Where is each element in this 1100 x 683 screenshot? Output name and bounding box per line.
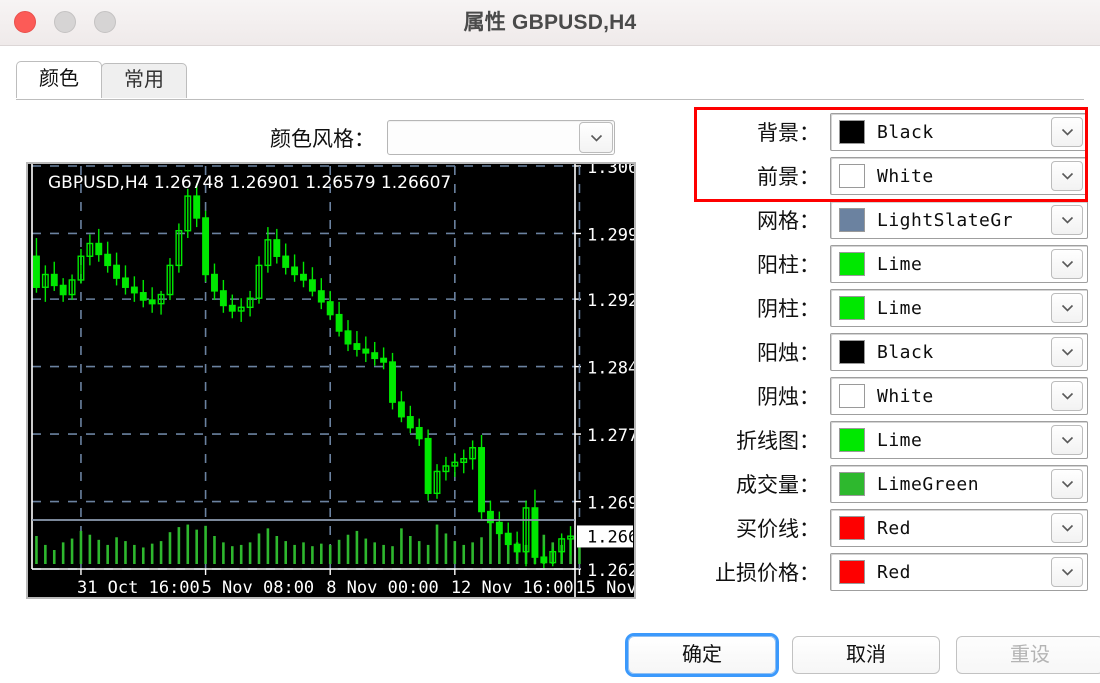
svg-text:8 Nov 00:00: 8 Nov 00:00 — [326, 578, 439, 597]
color-select[interactable]: LimeGreen — [830, 465, 1088, 503]
color-row-label: 止损价格： — [715, 562, 820, 585]
color-swatch — [839, 120, 865, 144]
reset-button[interactable]: 重设 — [956, 636, 1100, 674]
color-settings-list: 背景： Black 前景： White 网格： LightSlateGr 阳柱： Lime 阴柱… — [700, 113, 1088, 597]
color-row-label: 背景： — [757, 122, 820, 145]
color-row: 阴烛： White — [700, 377, 1088, 415]
chart-preview: 1.30670 1.29930 1.29210 1.28470 1.27730 1.269… — [26, 162, 636, 599]
color-name: Lime — [877, 429, 923, 451]
title-bar: 属性 GBPUSD,H4 — [0, 0, 1100, 46]
color-row: 止损价格： Red — [700, 553, 1088, 591]
color-select[interactable]: Lime — [830, 245, 1088, 283]
color-select[interactable]: White — [830, 377, 1088, 415]
color-select[interactable]: Red — [830, 553, 1088, 591]
color-row-label: 阳烛： — [757, 342, 820, 365]
color-name: White — [877, 165, 934, 187]
color-row-label: 阴烛： — [757, 386, 820, 409]
color-name: Black — [877, 341, 934, 363]
color-name: Red — [877, 517, 912, 539]
color-swatch — [839, 516, 865, 540]
chevron-down-icon[interactable] — [1051, 293, 1083, 323]
chevron-down-icon[interactable] — [1051, 117, 1083, 147]
svg-text:1.27730: 1.27730 — [587, 426, 634, 446]
svg-text:5 Nov 08:00: 5 Nov 08:00 — [202, 578, 315, 597]
color-swatch — [839, 296, 865, 320]
svg-text:1.28470: 1.28470 — [587, 359, 634, 379]
chevron-down-icon[interactable] — [1051, 425, 1083, 455]
chevron-down-icon[interactable] — [579, 122, 613, 153]
color-swatch — [839, 428, 865, 452]
color-name: Red — [877, 561, 912, 583]
svg-text:12 Nov 16:00: 12 Nov 16:00 — [451, 578, 574, 597]
chevron-down-icon[interactable] — [1051, 249, 1083, 279]
color-row: 折线图： Lime — [700, 421, 1088, 459]
color-name: LightSlateGr — [877, 209, 1014, 231]
color-row-label: 阳柱： — [757, 254, 820, 277]
color-swatch — [839, 472, 865, 496]
color-swatch — [839, 164, 865, 188]
color-row-label: 网格： — [757, 210, 820, 233]
color-name: White — [877, 385, 934, 407]
chevron-down-icon[interactable] — [1051, 161, 1083, 191]
svg-text:1.30670: 1.30670 — [587, 164, 634, 178]
color-select[interactable]: Black — [830, 333, 1088, 371]
properties-dialog: 属性 GBPUSD,H4 颜色 常用 颜色风格： 1.306701.299301… — [0, 0, 1100, 683]
svg-text:31 Oct 16:00: 31 Oct 16:00 — [77, 578, 200, 597]
color-row-label: 前景： — [757, 166, 820, 189]
color-row: 前景： White — [700, 157, 1088, 195]
color-row: 网格： LightSlateGr — [700, 201, 1088, 239]
color-name: LimeGreen — [877, 473, 980, 495]
svg-text:GBPUSD,H4 1.26748 1.26901 1.2: GBPUSD,H4 1.26748 1.26901 1.26579 1.2660… — [48, 173, 451, 193]
color-row-label: 买价线： — [736, 518, 820, 541]
svg-text:1.29930: 1.29930 — [587, 225, 634, 245]
tab-common[interactable]: 常用 — [101, 63, 187, 98]
color-select[interactable]: White — [830, 157, 1088, 195]
color-select[interactable]: Lime — [830, 289, 1088, 327]
color-select[interactable]: Red — [830, 509, 1088, 547]
color-row-label: 阴柱： — [757, 298, 820, 321]
color-swatch — [839, 384, 865, 408]
color-select[interactable]: Black — [830, 113, 1088, 151]
chevron-down-icon[interactable] — [1051, 337, 1083, 367]
svg-text:15 Nov 08:: 15 Nov 08: — [575, 578, 634, 597]
color-row: 阳烛： Black — [700, 333, 1088, 371]
color-style-select[interactable] — [387, 120, 615, 155]
window-title: 属性 GBPUSD,H4 — [463, 11, 637, 34]
color-style-label: 颜色风格： — [270, 127, 375, 151]
dialog-buttons: 确定 取消 重设 — [628, 636, 1100, 674]
color-swatch — [839, 340, 865, 364]
chevron-down-icon[interactable] — [1051, 469, 1083, 499]
color-row: 阳柱： Lime — [700, 245, 1088, 283]
tab-underline — [16, 99, 1084, 100]
color-row: 成交量： LimeGreen — [700, 465, 1088, 503]
chevron-down-icon[interactable] — [1051, 513, 1083, 543]
chevron-down-icon[interactable] — [1051, 205, 1083, 235]
svg-text:1.29210: 1.29210 — [587, 291, 634, 311]
cancel-button[interactable]: 取消 — [792, 636, 940, 674]
color-row: 背景： Black — [700, 113, 1088, 151]
color-select[interactable]: LightSlateGr — [830, 201, 1088, 239]
chart-canvas: 1.30670 1.29930 1.29210 1.28470 1.27730 1.269… — [28, 164, 634, 597]
color-swatch — [839, 208, 865, 232]
ok-button[interactable]: 确定 — [628, 636, 776, 674]
color-swatch — [839, 252, 865, 276]
color-name: Black — [877, 121, 934, 143]
color-select[interactable]: Lime — [830, 421, 1088, 459]
color-row: 阴柱： Lime — [700, 289, 1088, 327]
tab-colors[interactable]: 颜色 — [16, 61, 102, 99]
color-row-label: 折线图： — [736, 430, 820, 453]
color-row-label: 成交量： — [736, 474, 820, 497]
svg-text:1.26607: 1.26607 — [587, 527, 634, 547]
svg-text:1.26990: 1.26990 — [587, 494, 634, 514]
color-row: 买价线： Red — [700, 509, 1088, 547]
color-swatch — [839, 560, 865, 584]
chevron-down-icon[interactable] — [1051, 557, 1083, 587]
color-name: Lime — [877, 253, 923, 275]
tab-bar: 颜色 常用 — [16, 61, 187, 99]
chevron-down-icon[interactable] — [1051, 381, 1083, 411]
color-style-row: 颜色风格： — [270, 120, 615, 155]
color-name: Lime — [877, 297, 923, 319]
